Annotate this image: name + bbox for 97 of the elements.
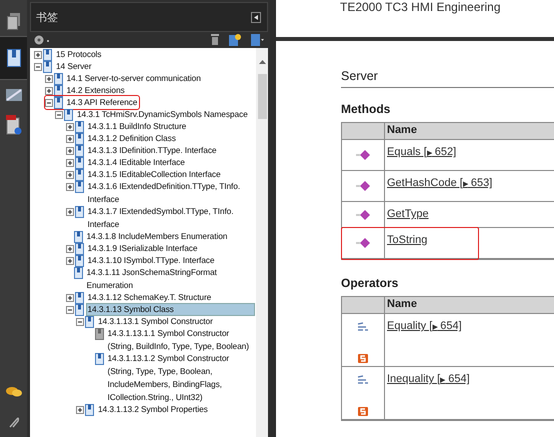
member-link[interactable]: ToString: [387, 234, 428, 246]
expand-icon[interactable]: [34, 50, 42, 58]
bookmark-icon: [74, 254, 84, 266]
expand-icon[interactable]: [66, 208, 74, 216]
bookmark-icon: [74, 266, 82, 278]
bookmark-item[interactable]: 14.3.1.8 IncludeMembers Enumeration: [84, 230, 255, 242]
bookmark-icon: [85, 404, 94, 416]
member-link[interactable]: GetType: [387, 208, 429, 220]
bookmark-item[interactable]: 14.3.1 TcHmiSrv.DynamicSymbols Namespace: [75, 108, 255, 120]
bookmark-icon: [74, 230, 82, 242]
bookmark-icon: [85, 316, 94, 328]
new-bookmark-icon[interactable]: [229, 34, 241, 46]
bookmark-icon: [74, 144, 84, 156]
bookmark-icon: [74, 120, 84, 132]
method-icon: [356, 181, 370, 191]
bookmark-icon: [54, 84, 62, 96]
collapse-icon[interactable]: [34, 62, 42, 70]
bookmark-icon: [94, 328, 104, 340]
bookmark-item[interactable]: 14.3.1.2 Definition Class: [86, 132, 255, 144]
bookmark-icon: [74, 242, 84, 254]
bookmark-item[interactable]: 14.3.1.10 ISymbol.TType. Interface: [86, 254, 255, 266]
collapse-icon: [254, 14, 258, 20]
static-icon: [358, 354, 368, 363]
scroll-thumb[interactable]: [258, 74, 266, 119]
bookmark-item[interactable]: 14.3.1.4 IEditable Interface: [86, 156, 255, 168]
static-icon: [358, 407, 368, 416]
section-title: Methods: [341, 102, 392, 116]
operator-icon: [357, 375, 369, 386]
bookmark-icon[interactable]: [6, 49, 20, 67]
bookmark-item[interactable]: 14.3.1.13.1.1 Symbol Constructor (String, BuildInfo, Type, Type, Boolean): [106, 326, 255, 352]
comments-icon[interactable]: [6, 386, 22, 398]
bookmark-icon: [74, 168, 84, 180]
expand-icon[interactable]: [66, 170, 74, 178]
paperclip-icon[interactable]: [8, 416, 20, 428]
scrollbar[interactable]: [256, 48, 268, 437]
bookmark-item[interactable]: 14.3.1.13.2 Symbol Properties: [96, 402, 255, 416]
bookmark-icon: [54, 96, 62, 108]
running-header: TE2000 TC3 HMI Engineering: [340, 0, 502, 14]
column-header: Name: [386, 123, 418, 138]
bookmark-icon: [74, 132, 84, 144]
trash-icon[interactable]: [211, 34, 219, 45]
bookmark-icon: [74, 206, 84, 218]
bookmark-icon: [64, 108, 73, 120]
expand-icon[interactable]: [66, 294, 74, 302]
bookmark-icon: [54, 72, 62, 84]
bookmark-icon: [94, 352, 104, 364]
bookmark-menu-icon[interactable]: [251, 34, 264, 46]
pages-icon[interactable]: [6, 12, 20, 30]
bookmark-item[interactable]: 14.3.1.13.1.2 Symbol Constructor (String, Type, Type, Boolean, IncludeMembers, BindingFlags, ICollection.String., UInt32): [106, 352, 255, 404]
collapse-icon[interactable]: [66, 306, 74, 314]
expand-icon[interactable]: [66, 244, 74, 252]
file-icon[interactable]: [6, 115, 22, 135]
method-icon: [356, 210, 370, 220]
collapse-button[interactable]: [251, 12, 261, 22]
expand-icon[interactable]: [66, 256, 74, 264]
method-icon: [356, 150, 370, 160]
method-icon: [356, 238, 370, 248]
section-title: Operators: [341, 276, 400, 290]
expand-icon[interactable]: [66, 134, 74, 142]
collapse-icon[interactable]: [76, 318, 84, 326]
expand-icon[interactable]: [44, 74, 52, 82]
bookmark-icon: [43, 60, 52, 72]
bookmark-item[interactable]: 14.3.1.5 IEditableCollection Interface: [86, 168, 255, 180]
expand-icon[interactable]: [44, 86, 52, 94]
bookmark-item[interactable]: 14.3 API Reference: [64, 96, 140, 108]
bookmark-item[interactable]: 14.3.1.1 BuildInfo Structure: [86, 120, 255, 132]
bookmark-item[interactable]: 14.2 Extensions: [64, 84, 255, 96]
bookmark-item[interactable]: 14.3.1.13.1 Symbol Constructor: [96, 314, 255, 328]
page-heading: Server: [341, 69, 554, 88]
scroll-up-icon[interactable]: [258, 60, 266, 64]
collapse-icon[interactable]: [55, 110, 63, 118]
bookmark-item[interactable]: 15 Protocols: [54, 48, 255, 60]
expand-icon[interactable]: [76, 406, 84, 414]
bookmark-icon: [74, 304, 84, 316]
bookmark-item[interactable]: 14.1 Server-to-server communication: [64, 72, 255, 84]
bookmark-item[interactable]: 14.3.1.6 IExtendedDefinition.TType, TInfo. Interface: [86, 180, 255, 206]
expand-icon[interactable]: [66, 122, 74, 130]
bookmark-icon: [74, 180, 84, 192]
bookmark-item[interactable]: 14.3.1.13 Symbol Class: [86, 302, 255, 316]
expand-icon[interactable]: [66, 158, 74, 166]
bookmark-item[interactable]: 14.3.1.7 IExtendedSymbol.TType, TInfo. Interface: [86, 204, 255, 230]
bookmark-item[interactable]: 14.3.1.9 ISerializable Interface: [86, 242, 255, 254]
panel-title: 书签: [36, 10, 58, 24]
operator-icon: [357, 322, 369, 333]
bookmark-icon: [74, 292, 84, 304]
bookmark-item[interactable]: 14.3.1.12 SchemaKey.T. Structure: [86, 290, 255, 304]
collapse-icon[interactable]: [44, 98, 52, 106]
gear-icon[interactable]: [34, 35, 50, 45]
bookmark-icon: [43, 48, 52, 60]
column-header: Name: [386, 297, 418, 312]
expand-icon[interactable]: [66, 182, 74, 190]
bookmark-icon: [74, 156, 84, 168]
expand-icon[interactable]: [66, 146, 74, 154]
bookmark-item[interactable]: 14 Server: [54, 60, 255, 72]
bookmark-item[interactable]: 14.3.1.11 JsonSchemaStringFormat Enumeration: [84, 266, 255, 292]
bookmark-item[interactable]: 14.3.1.3 IDefinition.TType. Interface: [86, 144, 255, 156]
signature-icon[interactable]: [4, 88, 22, 102]
